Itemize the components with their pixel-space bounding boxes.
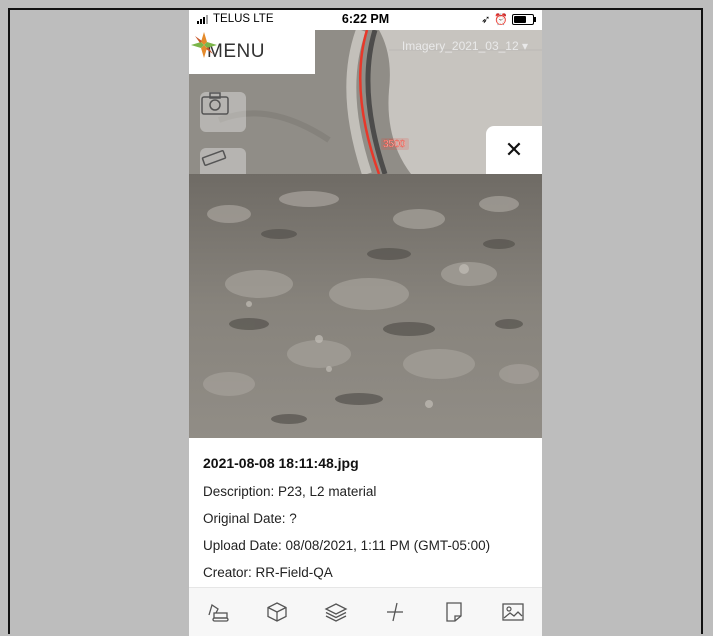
ruler-icon [201, 150, 227, 166]
measure-button[interactable] [200, 148, 246, 174]
status-icons: ➶ ⏰ [481, 13, 536, 26]
camera-icon [201, 92, 229, 115]
close-icon: ✕ [504, 137, 524, 162]
contour-label: 3500 [383, 139, 406, 150]
camera-button[interactable] [200, 92, 246, 132]
map-view[interactable]: 3500 MENU Imagery_2021_03_12 ▾ ✕ [189, 30, 542, 174]
toolbar-measure-button[interactable] [377, 594, 413, 630]
location-icon: ➶ [481, 14, 491, 26]
status-bar: TELUS LTE 6:22 PM ➶ ⏰ [189, 10, 542, 30]
excavator-icon [208, 603, 230, 622]
imagery-selector[interactable]: Imagery_2021_03_12 ▾ [402, 39, 528, 53]
battery-icon [512, 14, 536, 25]
phone-screen: TELUS LTE 6:22 PM ➶ ⏰ 3500 MENU Imagery_… [189, 10, 542, 636]
attachment-details: 2021-08-08 18:11:48.jpg Description: P23… [203, 455, 533, 592]
soil-photo-image [189, 174, 542, 438]
alarm-icon: ⏰ [494, 14, 508, 26]
toolbar-notes-button[interactable] [436, 594, 472, 630]
attachment-photo[interactable] [189, 174, 542, 438]
image-icon [501, 603, 524, 621]
toolbar-layers-button[interactable] [318, 594, 354, 630]
toolbar-excavator-button[interactable] [200, 594, 236, 630]
toolbar-images-button[interactable] [495, 594, 531, 630]
bottom-toolbar [189, 587, 542, 636]
attachment-filename: 2021-08-08 18:11:48.jpg [203, 455, 359, 471]
menu-button[interactable]: MENU [189, 30, 315, 74]
attachment-description: Description: P23, L2 material [203, 484, 377, 499]
close-button[interactable]: ✕ [486, 126, 542, 174]
note-icon [446, 602, 462, 622]
cube-icon [267, 602, 287, 622]
crosshair-icon [386, 602, 403, 622]
layers-icon [324, 603, 348, 622]
app-logo-icon [191, 32, 217, 58]
attachment-upload-date: Upload Date: 08/08/2021, 1:11 PM (GMT-05… [203, 538, 491, 553]
attachment-original-date: Original Date: ? [203, 511, 297, 526]
toolbar-3d-button[interactable] [259, 594, 295, 630]
attachment-creator: Creator: RR-Field-QA [203, 565, 333, 580]
